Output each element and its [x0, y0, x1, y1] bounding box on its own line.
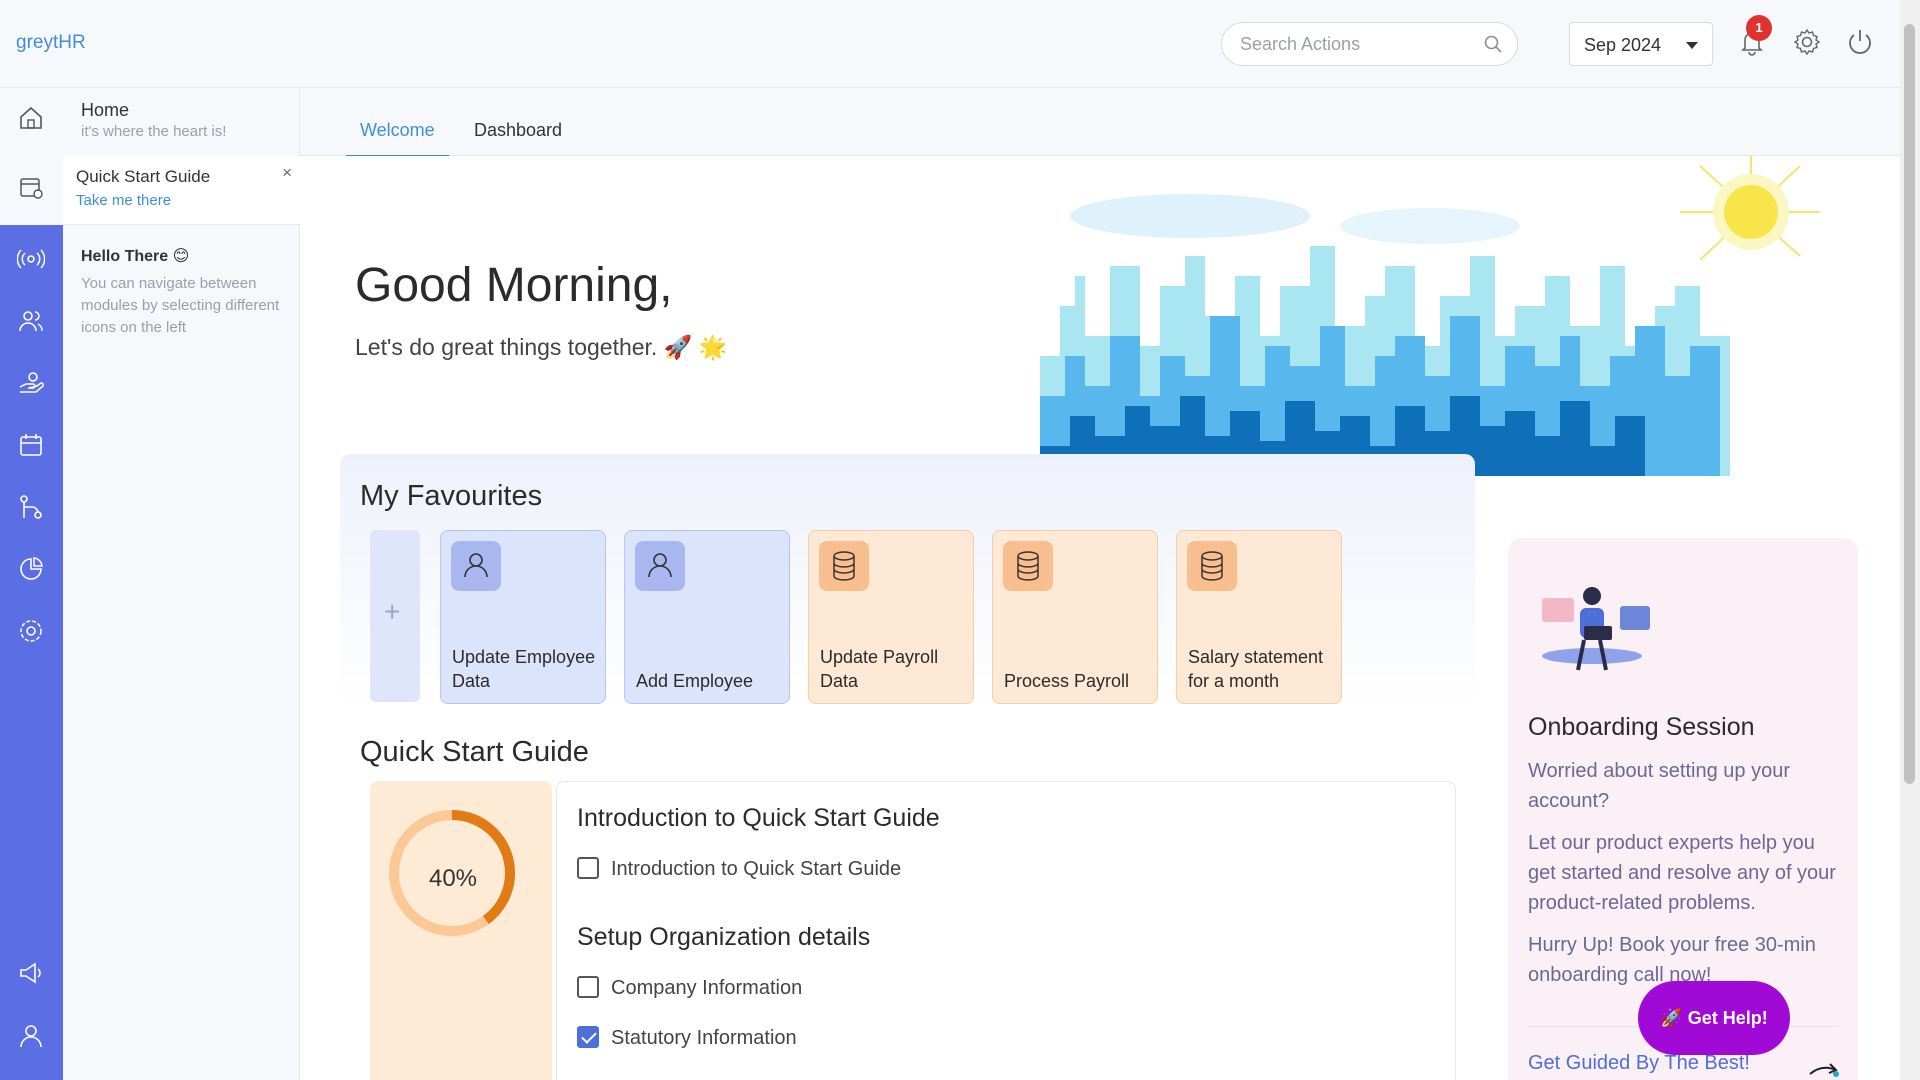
app-logo[interactable]: greytHR [16, 32, 86, 54]
main-content: Welcome Dashboard Good Morning, Let's do… [300, 88, 1900, 1080]
chevron-down-icon [1686, 42, 1698, 49]
quick-start-title: Quick Start Guide [360, 736, 589, 768]
quick-start-checklist: Introduction to Quick Start Guide Introd… [556, 781, 1456, 1080]
onboarding-title: Onboarding Session [1528, 713, 1755, 741]
database-icon [1003, 541, 1053, 591]
hello-description: You can navigate between modules by sele… [81, 275, 280, 336]
checklist-item[interactable]: Company Information [577, 975, 803, 1000]
profile-icon[interactable] [17, 1022, 45, 1050]
favourite-card-add-employee[interactable]: Add Employee [624, 530, 790, 704]
calendar-icon[interactable] [17, 431, 45, 459]
hello-title: Hello There 😊 [81, 248, 190, 265]
favourite-card-salary-statement[interactable]: Salary statement for a month [1176, 530, 1342, 704]
onboarding-text-1: Worried about setting up your account? [1528, 760, 1791, 812]
settings-module-icon[interactable] [17, 617, 45, 645]
page-scrollbar[interactable] [1900, 0, 1920, 1080]
users-icon[interactable] [17, 307, 45, 335]
favourite-card-label: Process Payroll [1004, 671, 1130, 691]
favourite-card-label: Salary statement for a month [1188, 647, 1324, 691]
welcome-panel: Good Morning, Let's do great things toge… [300, 156, 1900, 1080]
workflow-icon[interactable] [17, 493, 45, 521]
megaphone-icon[interactable] [17, 959, 45, 987]
take-me-there-link[interactable]: Take me there [76, 192, 171, 209]
onboarding-illustration [1542, 587, 1650, 671]
favourite-card-process-payroll[interactable]: Process Payroll [992, 530, 1158, 704]
database-icon [1187, 541, 1237, 591]
favourite-card-update-payroll-data[interactable]: Update Payroll Data [808, 530, 974, 704]
favourite-card-label: Update Employee Data [452, 647, 596, 691]
greeting: Good Morning, [355, 259, 673, 312]
close-icon[interactable]: × [282, 163, 292, 183]
database-icon [819, 541, 869, 591]
city-skyline-illustration [1040, 156, 1820, 476]
quick-start-guide-item[interactable]: Quick Start Guide Take me there × [63, 156, 300, 225]
user-icon [635, 541, 685, 591]
top-header: greytHR Sep 2024 1 [0, 0, 1900, 88]
checklist-item-label: Introduction to Quick Start Guide [611, 858, 902, 880]
arrow-icon [1809, 1063, 1839, 1077]
favourite-card-update-employee-data[interactable]: Update Employee Data [440, 530, 606, 704]
tab-bar: Welcome Dashboard [300, 88, 1900, 157]
checklist-item-label: Company Information [611, 977, 803, 999]
checklist-item[interactable]: Statutory Information [577, 1025, 797, 1050]
home-subtitle: it's where the heart is! [81, 123, 227, 140]
favourite-card-label: Update Payroll Data [820, 647, 939, 691]
get-help-button[interactable]: 🚀 Get Help! [1638, 981, 1790, 1055]
tab-welcome[interactable]: Welcome [346, 120, 449, 157]
home-title[interactable]: Home [81, 100, 129, 121]
checklist-item-label: Statutory Information [611, 1027, 797, 1049]
gear-icon[interactable] [1791, 26, 1823, 58]
hand-payroll-icon[interactable] [17, 369, 45, 397]
search-input[interactable] [1240, 34, 1480, 55]
progress-percent: 40% [428, 865, 478, 892]
calendar-guide-icon[interactable] [17, 173, 45, 201]
progress-panel: 40% [370, 781, 552, 1080]
favourites-title: My Favourites [360, 480, 543, 512]
checkbox-checked[interactable] [577, 1025, 599, 1048]
month-value: Sep 2024 [1584, 35, 1662, 55]
notification-badge: 1 [1746, 15, 1772, 41]
broadcast-icon[interactable] [17, 245, 45, 273]
get-guided-link[interactable]: Get Guided By The Best! [1528, 1052, 1750, 1075]
checkbox[interactable] [577, 975, 599, 998]
checklist-item[interactable]: Introduction to Quick Start Guide [577, 856, 902, 881]
side-panel: Home it's where the heart is! Quick Star… [63, 88, 300, 1080]
add-favourite-button[interactable]: + [370, 530, 420, 702]
rail-top [0, 88, 63, 225]
favourite-card-label: Add Employee [636, 671, 754, 691]
home-icon[interactable] [17, 104, 45, 132]
search-box[interactable] [1221, 22, 1518, 66]
month-selector[interactable]: Sep 2024 [1569, 22, 1713, 66]
section-heading: Introduction to Quick Start Guide [577, 804, 940, 832]
rail-modules [0, 225, 63, 1080]
tagline: Let's do great things together. 🚀 🌟 [355, 334, 728, 360]
icon-rail [0, 88, 63, 1080]
my-favourites-section: My Favourites + Update Employee Data Add… [340, 454, 1475, 706]
checkbox[interactable] [577, 856, 599, 879]
power-icon[interactable] [1844, 26, 1876, 58]
plus-icon: + [384, 596, 401, 627]
pie-chart-icon[interactable] [17, 555, 45, 583]
scrollbar-thumb[interactable] [1904, 24, 1915, 784]
search-icon[interactable] [1483, 34, 1503, 54]
quick-start-guide-title: Quick Start Guide [76, 167, 211, 186]
tab-dashboard[interactable]: Dashboard [460, 120, 576, 155]
section-heading: Setup Organization details [577, 923, 871, 951]
user-icon [451, 541, 501, 591]
onboarding-text-2: Let our product experts help you get sta… [1528, 832, 1836, 914]
